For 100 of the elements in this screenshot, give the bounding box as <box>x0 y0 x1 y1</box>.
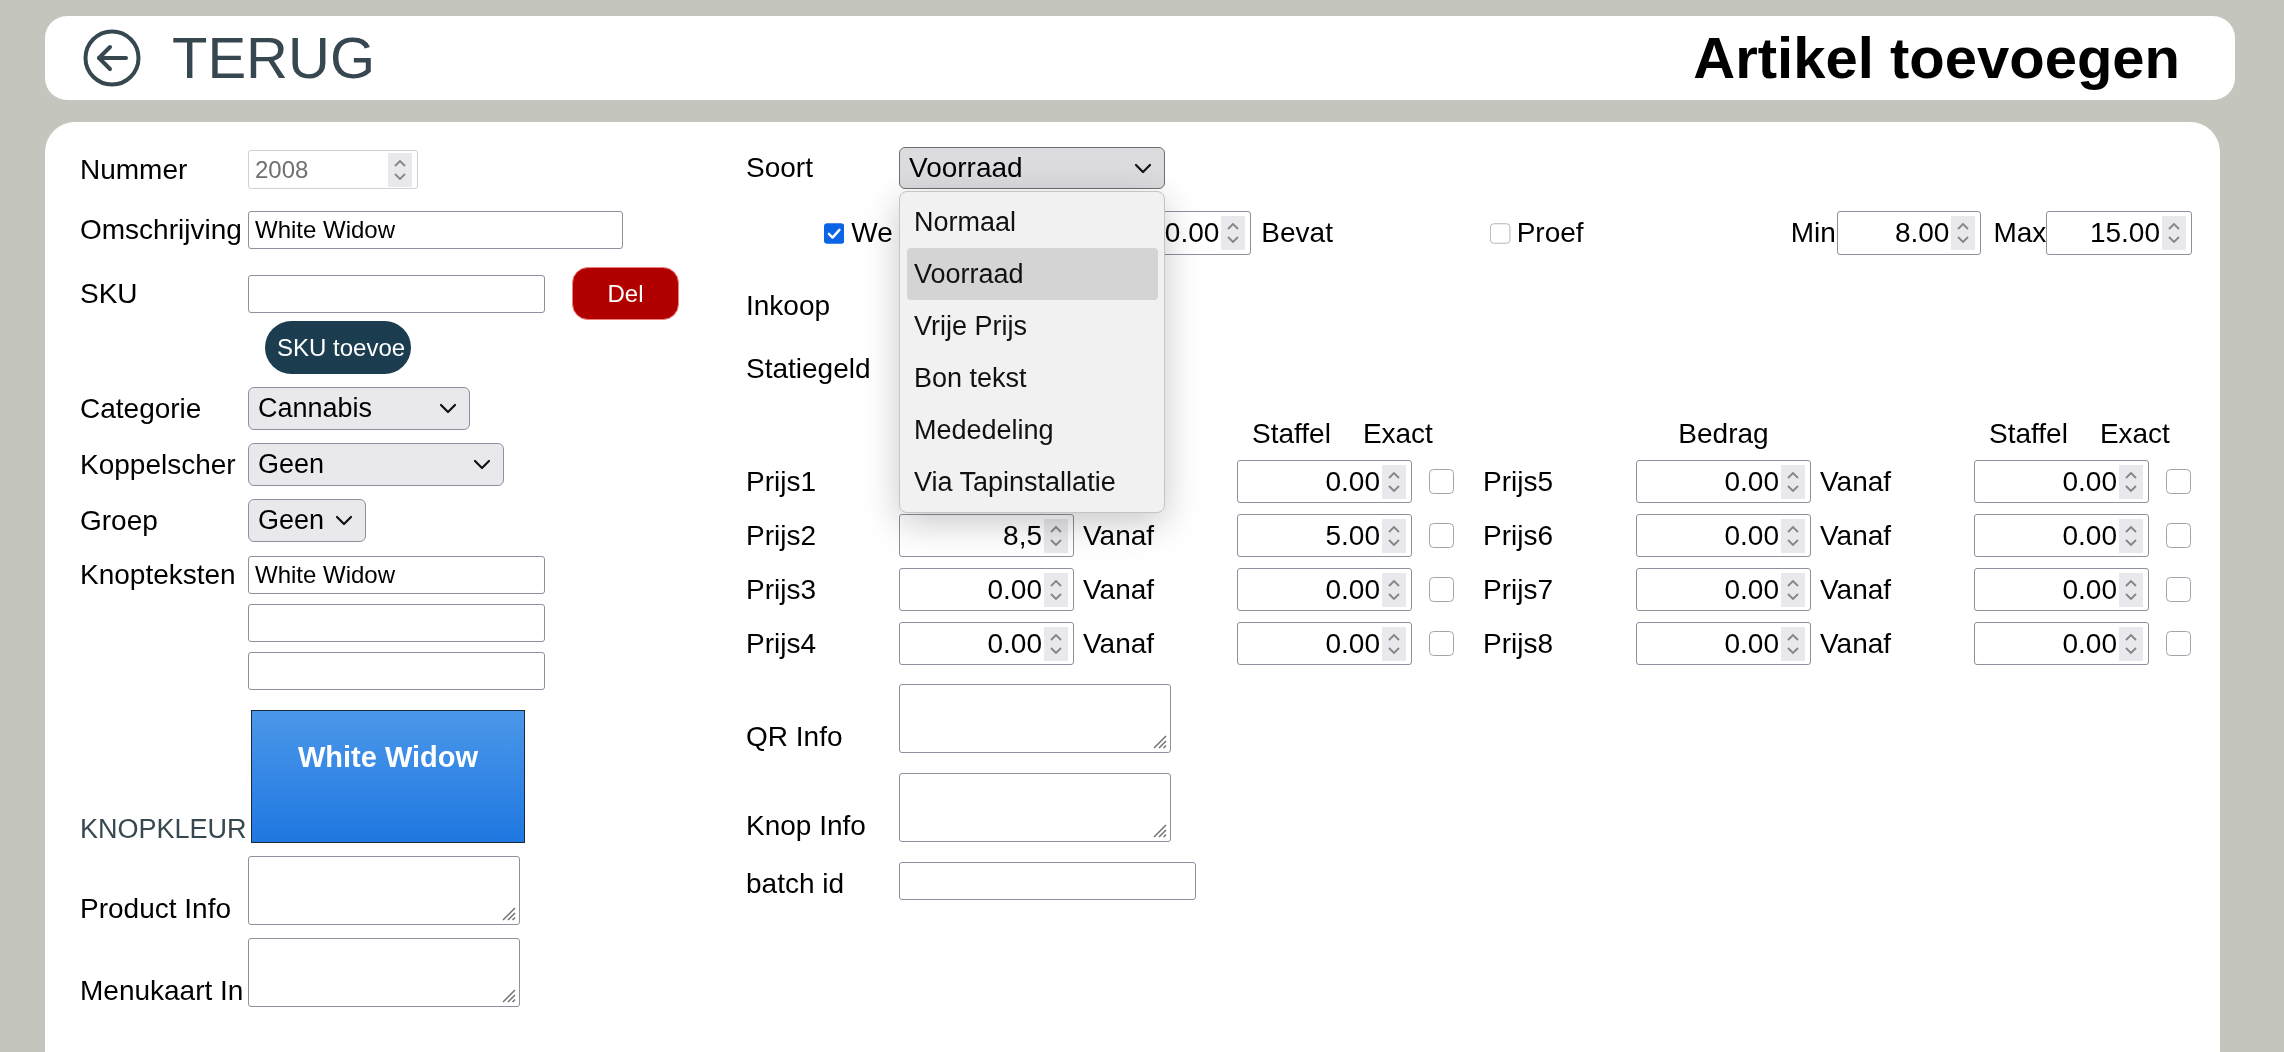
field-label: Categorie <box>80 392 202 425</box>
checkbox[interactable] <box>2166 631 2191 656</box>
column-header: Exact <box>1362 418 1433 450</box>
field-label: Menukaart In <box>80 975 244 1007</box>
delete-button[interactable]: Del <box>572 267 679 320</box>
checkbox[interactable] <box>1429 577 1454 602</box>
select-dropdown[interactable]: Voorraad <box>899 147 1165 189</box>
field-label: Prijs1 <box>746 465 816 497</box>
number-field[interactable]: 15.00 <box>2046 211 2192 255</box>
field-label: Statiegeld <box>746 353 871 385</box>
text-area[interactable] <box>899 684 1171 753</box>
field-label: Prijs2 <box>746 519 816 551</box>
spinner-icon[interactable] <box>1781 464 1805 499</box>
dropdown-option[interactable]: Voorraad <box>907 248 1158 300</box>
spinner-icon[interactable] <box>1382 518 1406 553</box>
text-area[interactable] <box>248 856 520 925</box>
number-field[interactable]: 0.00 <box>1237 568 1412 611</box>
number-field[interactable]: 0.00 <box>1974 460 2149 503</box>
spinner-icon[interactable] <box>1044 626 1068 661</box>
spinner-icon[interactable] <box>1781 626 1805 661</box>
spinner-icon[interactable] <box>1221 216 1246 250</box>
checkbox[interactable] <box>1429 631 1454 656</box>
spinner-icon[interactable] <box>1382 572 1406 607</box>
spinner-icon[interactable] <box>2119 572 2143 607</box>
resize-handle-icon[interactable] <box>501 988 516 1003</box>
column-header: Staffel <box>1252 418 1331 450</box>
number-field[interactable]: 0.00 <box>1237 622 1412 665</box>
spinner-icon[interactable] <box>2119 464 2143 499</box>
text-field[interactable] <box>248 652 545 690</box>
number-field[interactable]: 0.00 <box>899 622 1074 665</box>
field-label: Prijs5 <box>1483 465 1553 497</box>
spinner-icon[interactable] <box>1382 464 1406 499</box>
select-dropdown[interactable]: Cannabis <box>248 387 470 430</box>
checkbox[interactable] <box>824 220 845 246</box>
number-field[interactable]: 0.00 <box>1974 568 2149 611</box>
spinner-icon[interactable] <box>1781 518 1805 553</box>
field-label: Vanaf <box>1820 465 1892 497</box>
field-label: Prijs8 <box>1483 627 1553 659</box>
field-label: Groep <box>80 504 158 537</box>
dropdown-option[interactable]: Bon tekst <box>907 352 1158 404</box>
field-label: KNOPKLEUR <box>80 813 247 845</box>
column-header: Exact <box>2099 418 2170 450</box>
text-field[interactable]: White Widow <box>248 211 623 249</box>
number-field[interactable]: 0.00 <box>1636 460 1811 503</box>
dropdown-option[interactable]: Normaal <box>907 196 1158 248</box>
back-button[interactable]: TERUG <box>83 26 375 90</box>
checkbox[interactable] <box>2166 577 2191 602</box>
spinner-icon[interactable] <box>2119 626 2143 661</box>
number-field[interactable]: 0.00 <box>1974 622 2149 665</box>
spinner-icon[interactable] <box>1781 572 1805 607</box>
number-field[interactable]: 8,5 <box>899 514 1074 557</box>
spinner-icon[interactable] <box>1951 216 1976 250</box>
field-label: Koppelscher <box>80 448 236 481</box>
field-label: Vanaf <box>1820 573 1892 605</box>
checkbox[interactable] <box>2166 469 2191 494</box>
checkbox[interactable] <box>1490 220 1511 246</box>
field-label: Vanaf <box>1083 519 1155 551</box>
field-label: Knop Info <box>746 810 866 842</box>
number-field[interactable]: 0.00 <box>1636 514 1811 557</box>
dropdown-option[interactable]: Mededeling <box>907 404 1158 456</box>
select-dropdown[interactable]: Geen <box>248 499 366 542</box>
resize-handle-icon[interactable] <box>501 906 516 921</box>
text-field[interactable]: White Widow <box>248 556 545 594</box>
text-field[interactable] <box>248 274 545 313</box>
checkbox[interactable] <box>1429 469 1454 494</box>
resize-handle-icon[interactable] <box>1152 734 1167 749</box>
checkbox[interactable] <box>1429 523 1454 548</box>
page-title: Artikel toevoegen <box>1693 26 2180 90</box>
dropdown-option[interactable]: Vrije Prijs <box>907 300 1158 352</box>
select-dropdown[interactable]: Geen <box>248 443 504 486</box>
chevron-down-icon <box>473 459 491 470</box>
field-label: Product Info <box>80 893 231 925</box>
spinner-icon[interactable] <box>1044 518 1068 553</box>
field-label: Omschrijving <box>80 214 242 246</box>
spinner-icon[interactable] <box>2119 518 2143 553</box>
field-label: Prijs6 <box>1483 519 1553 551</box>
number-field[interactable]: 5.00 <box>1237 514 1412 557</box>
field-label: Proef <box>1516 217 1584 248</box>
field-label: Max <box>1993 217 2047 248</box>
number-field[interactable]: 0.00 <box>1636 622 1811 665</box>
text-field[interactable] <box>248 604 545 642</box>
spinner-icon[interactable] <box>1044 572 1068 607</box>
number-field[interactable]: 0.00 <box>1974 514 2149 557</box>
checkbox[interactable] <box>2166 523 2191 548</box>
field-label: Min <box>1790 217 1836 248</box>
column-header: Bedrag <box>1678 418 1769 450</box>
text-area[interactable] <box>248 938 520 1007</box>
number-field[interactable]: 0.00 <box>899 568 1074 611</box>
spinner-icon[interactable] <box>2162 216 2186 250</box>
text-field[interactable] <box>899 862 1196 900</box>
number-field[interactable]: 8.00 <box>1836 211 1982 255</box>
text-area[interactable] <box>899 773 1171 842</box>
chevron-down-icon <box>439 403 457 414</box>
add-sku-button[interactable]: SKU toevoe <box>265 321 412 374</box>
number-field[interactable]: 0.00 <box>1237 460 1412 503</box>
spinner-icon[interactable] <box>1382 626 1406 661</box>
number-field[interactable]: 0.00 <box>1636 568 1811 611</box>
dropdown-option[interactable]: Via Tapinstallatie <box>907 456 1158 508</box>
resize-handle-icon[interactable] <box>1152 823 1167 838</box>
field-label: Nummer <box>80 153 188 186</box>
